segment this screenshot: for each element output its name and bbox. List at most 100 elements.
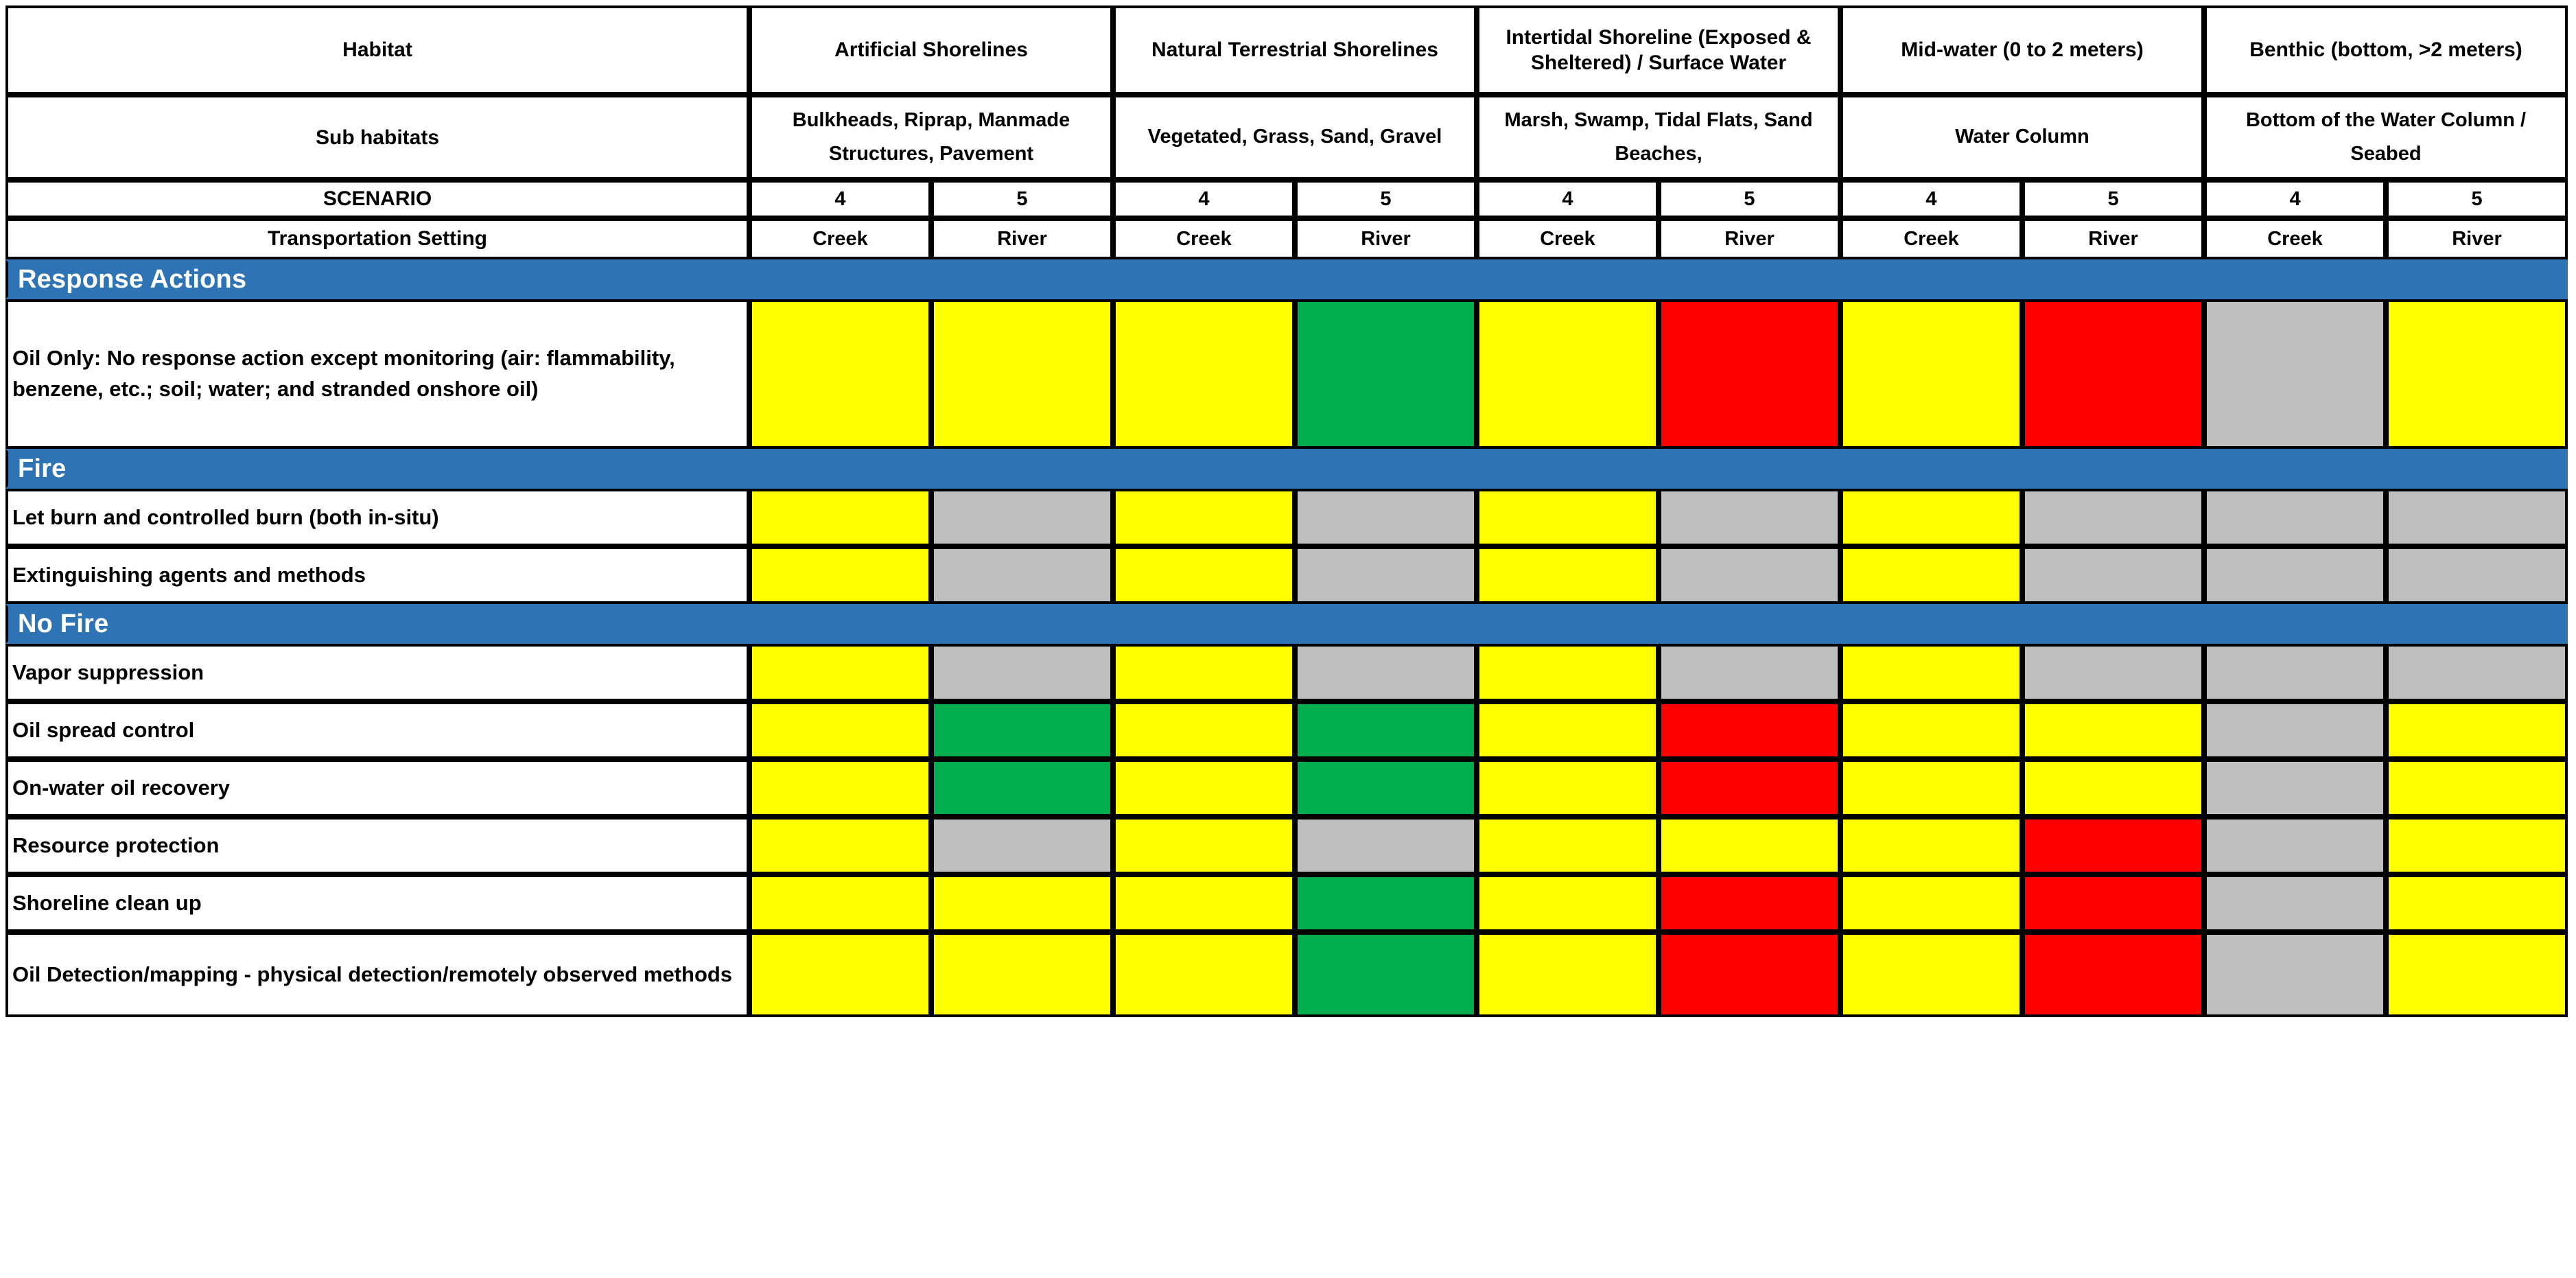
rating-cell-1-1-9[interactable] <box>2386 546 2568 604</box>
rating-cell-1-0-2[interactable] <box>1113 489 1295 546</box>
rating-cell-2-3-6[interactable] <box>1840 817 2022 874</box>
rating-cell-2-2-0[interactable] <box>749 759 931 817</box>
rating-cell-1-1-8[interactable] <box>2204 546 2387 604</box>
scenario-value-7: 5 <box>2022 180 2205 218</box>
rating-cell-2-5-2[interactable] <box>1113 932 1295 1017</box>
rating-cell-1-0-7[interactable] <box>2022 489 2205 546</box>
header-row-habitat: Habitat Artificial Shorelines Natural Terr… <box>5 5 2568 95</box>
rating-cell-0-0-0[interactable] <box>749 299 931 449</box>
rating-cell-1-1-6[interactable] <box>1840 546 2022 604</box>
rating-cell-2-0-0[interactable] <box>749 644 931 701</box>
rating-cell-1-0-9[interactable] <box>2386 489 2568 546</box>
rating-cell-1-1-7[interactable] <box>2022 546 2205 604</box>
rating-cell-1-1-0[interactable] <box>749 546 931 604</box>
rating-cell-2-5-6[interactable] <box>1840 932 2022 1017</box>
rating-cell-2-1-6[interactable] <box>1840 701 2022 759</box>
rating-cell-0-0-3[interactable] <box>1295 299 1477 449</box>
transportation-setting-5: River <box>1659 218 1840 259</box>
rating-cell-2-1-2[interactable] <box>1113 701 1295 759</box>
rating-cell-1-1-5[interactable] <box>1659 546 1840 604</box>
rating-cell-2-3-7[interactable] <box>2022 817 2205 874</box>
rating-cell-2-1-3[interactable] <box>1295 701 1477 759</box>
rating-cell-2-0-7[interactable] <box>2022 644 2205 701</box>
rating-cell-1-1-4[interactable] <box>1477 546 1659 604</box>
rating-cell-2-0-8[interactable] <box>2204 644 2387 701</box>
table-row: Resource protection <box>5 817 2568 874</box>
rating-cell-1-0-5[interactable] <box>1659 489 1840 546</box>
rating-cell-2-0-9[interactable] <box>2386 644 2568 701</box>
rating-cell-0-0-6[interactable] <box>1840 299 2022 449</box>
rating-cell-2-0-4[interactable] <box>1477 644 1659 701</box>
rating-cell-2-5-9[interactable] <box>2386 932 2568 1017</box>
rating-cell-2-4-2[interactable] <box>1113 874 1295 932</box>
rating-cell-2-3-1[interactable] <box>931 817 1113 874</box>
rating-cell-0-0-1[interactable] <box>931 299 1113 449</box>
rating-cell-2-1-5[interactable] <box>1659 701 1840 759</box>
rating-cell-2-4-1[interactable] <box>931 874 1113 932</box>
rating-cell-2-3-2[interactable] <box>1113 817 1295 874</box>
rating-cell-2-5-4[interactable] <box>1477 932 1659 1017</box>
rating-cell-2-2-7[interactable] <box>2022 759 2205 817</box>
rating-cell-0-0-8[interactable] <box>2204 299 2387 449</box>
rating-cell-2-5-0[interactable] <box>749 932 931 1017</box>
rating-cell-2-0-2[interactable] <box>1113 644 1295 701</box>
rating-cell-1-0-1[interactable] <box>931 489 1113 546</box>
rating-cell-2-1-7[interactable] <box>2022 701 2205 759</box>
rating-cell-2-4-6[interactable] <box>1840 874 2022 932</box>
header-row-sub-habitats: Sub habitats Bulkheads, Riprap, Manmade S… <box>5 95 2568 180</box>
rating-cell-0-0-2[interactable] <box>1113 299 1295 449</box>
rating-cell-0-0-5[interactable] <box>1659 299 1840 449</box>
rating-cell-2-0-6[interactable] <box>1840 644 2022 701</box>
scenario-value-6: 4 <box>1840 180 2022 218</box>
rating-cell-2-5-7[interactable] <box>2022 932 2205 1017</box>
rating-cell-1-0-3[interactable] <box>1295 489 1477 546</box>
rating-cell-1-1-3[interactable] <box>1295 546 1477 604</box>
rating-cell-0-0-4[interactable] <box>1477 299 1659 449</box>
rating-cell-2-0-1[interactable] <box>931 644 1113 701</box>
rating-cell-2-0-5[interactable] <box>1659 644 1840 701</box>
rating-cell-2-2-9[interactable] <box>2386 759 2568 817</box>
rating-cell-2-5-1[interactable] <box>931 932 1113 1017</box>
rating-cell-2-2-4[interactable] <box>1477 759 1659 817</box>
rating-cell-1-0-4[interactable] <box>1477 489 1659 546</box>
rating-cell-2-5-3[interactable] <box>1295 932 1477 1017</box>
rating-cell-2-1-8[interactable] <box>2204 701 2387 759</box>
rating-cell-1-0-6[interactable] <box>1840 489 2022 546</box>
rating-cell-1-1-1[interactable] <box>931 546 1113 604</box>
rating-cell-2-3-8[interactable] <box>2204 817 2387 874</box>
rating-cell-2-5-8[interactable] <box>2204 932 2387 1017</box>
table-row: On-water oil recovery <box>5 759 2568 817</box>
rating-cell-2-4-3[interactable] <box>1295 874 1477 932</box>
rating-cell-2-2-5[interactable] <box>1659 759 1840 817</box>
rating-cell-2-4-0[interactable] <box>749 874 931 932</box>
rating-cell-2-2-2[interactable] <box>1113 759 1295 817</box>
rating-cell-2-1-9[interactable] <box>2386 701 2568 759</box>
rating-cell-2-4-7[interactable] <box>2022 874 2205 932</box>
rating-cell-2-5-5[interactable] <box>1659 932 1840 1017</box>
rating-cell-1-0-0[interactable] <box>749 489 931 546</box>
rating-cell-2-4-4[interactable] <box>1477 874 1659 932</box>
rating-cell-2-2-3[interactable] <box>1295 759 1477 817</box>
transportation-setting-4: Creek <box>1477 218 1659 259</box>
rating-cell-2-3-9[interactable] <box>2386 817 2568 874</box>
rating-cell-2-0-3[interactable] <box>1295 644 1477 701</box>
rating-cell-1-0-8[interactable] <box>2204 489 2387 546</box>
rating-cell-2-2-8[interactable] <box>2204 759 2387 817</box>
rating-cell-2-4-8[interactable] <box>2204 874 2387 932</box>
rating-cell-2-3-0[interactable] <box>749 817 931 874</box>
row-label-2-2: On-water oil recovery <box>5 759 749 817</box>
transportation-setting-0: Creek <box>749 218 931 259</box>
rating-cell-2-2-1[interactable] <box>931 759 1113 817</box>
rating-cell-2-3-3[interactable] <box>1295 817 1477 874</box>
rating-cell-0-0-7[interactable] <box>2022 299 2205 449</box>
rating-cell-2-2-6[interactable] <box>1840 759 2022 817</box>
rating-cell-2-1-0[interactable] <box>749 701 931 759</box>
rating-cell-1-1-2[interactable] <box>1113 546 1295 604</box>
rating-cell-2-1-4[interactable] <box>1477 701 1659 759</box>
rating-cell-2-4-5[interactable] <box>1659 874 1840 932</box>
rating-cell-2-4-9[interactable] <box>2386 874 2568 932</box>
rating-cell-2-3-5[interactable] <box>1659 817 1840 874</box>
rating-cell-0-0-9[interactable] <box>2386 299 2568 449</box>
rating-cell-2-1-1[interactable] <box>931 701 1113 759</box>
rating-cell-2-3-4[interactable] <box>1477 817 1659 874</box>
